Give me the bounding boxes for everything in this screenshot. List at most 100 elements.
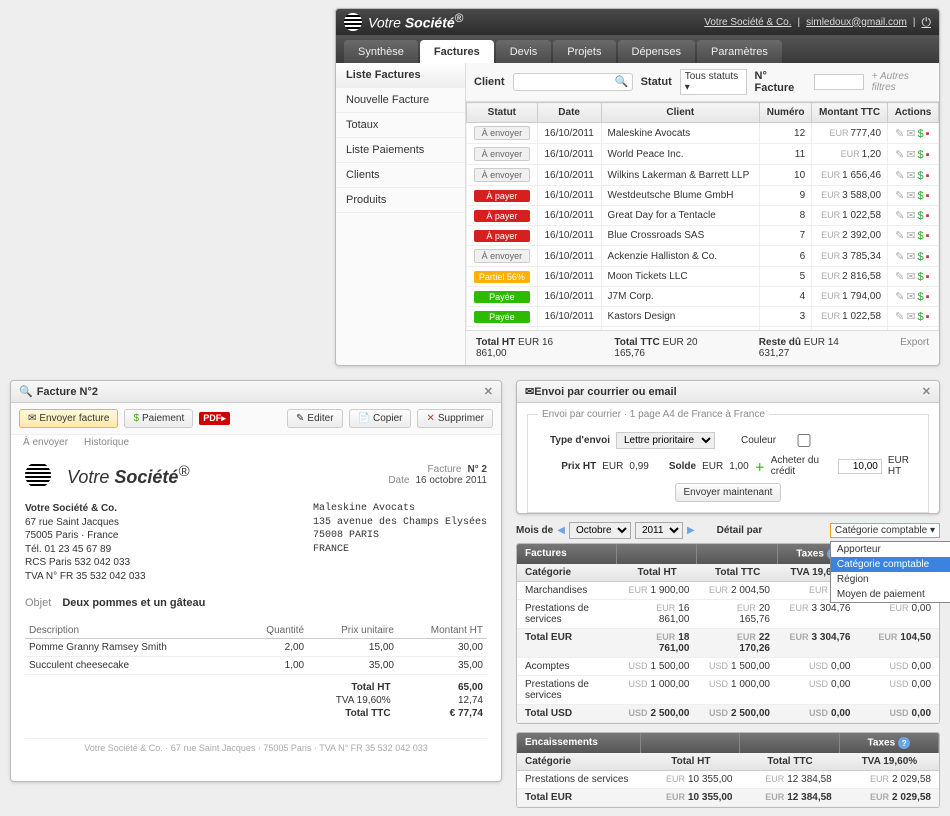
delete-icon[interactable]: ▪ — [926, 210, 930, 222]
table-row[interactable]: À envoyer16/10/2011Wilkins Lakerman & Ba… — [467, 165, 939, 186]
mail-icon[interactable]: ✉ — [906, 190, 915, 202]
pay-icon[interactable]: $ — [918, 170, 924, 182]
month-select[interactable]: Octobre — [569, 522, 631, 539]
send-invoice-button[interactable]: ✉ Envoyer facture — [19, 409, 118, 428]
power-icon[interactable]: ⏻ — [922, 15, 932, 30]
send-now-button[interactable]: Envoyer maintenant — [675, 483, 782, 502]
delete-button[interactable]: ✕ Supprimer — [417, 409, 493, 428]
subtab-history[interactable]: Historique — [84, 437, 129, 448]
table-row[interactable]: Partiel 56%16/10/2011Moon Tickets LLC5EU… — [467, 267, 939, 287]
sidebar-item[interactable]: Produits — [336, 188, 465, 213]
delete-icon[interactable]: ▪ — [926, 291, 930, 303]
pay-icon[interactable]: $ — [918, 311, 924, 323]
edit-icon[interactable]: ✎ — [895, 311, 904, 323]
user-email[interactable]: simledoux@gmail.com — [806, 17, 907, 28]
table-row[interactable]: À payer16/10/2011Great Day for a Tentacl… — [467, 206, 939, 226]
search-icon[interactable]: 🔍 — [615, 75, 629, 88]
pay-icon[interactable]: $ — [918, 210, 924, 222]
pay-icon[interactable]: $ — [918, 190, 924, 202]
mail-icon[interactable]: ✉ — [906, 170, 915, 182]
mail-icon[interactable]: ✉ — [906, 149, 915, 161]
dropdown-option[interactable]: Moyen de paiement — [831, 587, 950, 602]
export-link[interactable]: Export — [900, 337, 929, 359]
table-row[interactable]: Payée16/10/2011Kastors Design3EUR1 022,5… — [467, 307, 939, 327]
delete-icon[interactable]: ▪ — [926, 149, 930, 161]
mail-icon[interactable]: ✉ — [906, 210, 915, 222]
delete-icon[interactable]: ▪ — [926, 230, 930, 242]
edit-icon[interactable]: ✎ — [895, 291, 904, 303]
mail-type-select[interactable]: Lettre prioritaire — [616, 432, 715, 449]
buy-credit-input[interactable] — [838, 459, 882, 474]
pay-icon[interactable]: $ — [918, 128, 924, 140]
edit-icon[interactable]: ✎ — [895, 170, 904, 182]
color-checkbox[interactable] — [782, 434, 826, 447]
pay-icon[interactable]: $ — [918, 271, 924, 283]
buy-credit-link[interactable]: Acheter du crédit — [771, 455, 832, 477]
column-header[interactable]: Date — [537, 103, 601, 123]
detail-dropdown-list[interactable]: ApporteurCatégorie comptableRégionMoyen … — [830, 541, 950, 603]
table-row[interactable]: À envoyer16/10/2011Ackenzie Halliston & … — [467, 246, 939, 267]
edit-icon[interactable]: ✎ — [895, 128, 904, 140]
mail-icon[interactable]: ✉ — [906, 271, 915, 283]
mail-icon[interactable]: ✉ — [906, 311, 915, 323]
tab-paramètres[interactable]: Paramètres — [697, 40, 782, 63]
close-icon[interactable]: ✕ — [484, 385, 493, 398]
close-icon[interactable]: ✕ — [922, 385, 931, 398]
delete-icon[interactable]: ▪ — [926, 128, 930, 140]
edit-icon[interactable]: ✎ — [895, 251, 904, 263]
table-row[interactable]: À envoyer16/10/2011Maleskine Avocats12EU… — [467, 123, 939, 144]
sidebar-item[interactable]: Liste Factures — [336, 63, 465, 88]
delete-icon[interactable]: ▪ — [926, 170, 930, 182]
sidebar-item[interactable]: Liste Paiements — [336, 138, 465, 163]
prev-month-icon[interactable]: ◀ — [557, 525, 565, 536]
edit-icon[interactable]: ✎ — [895, 230, 904, 242]
pay-icon[interactable]: $ — [918, 230, 924, 242]
num-facture-input[interactable] — [814, 74, 864, 90]
pay-icon[interactable]: $ — [918, 251, 924, 263]
delete-icon[interactable]: ▪ — [926, 271, 930, 283]
subtab-send[interactable]: À envoyer — [23, 437, 68, 448]
dropdown-option[interactable]: Catégorie comptable — [831, 557, 950, 572]
table-row[interactable]: Payée16/10/2011J7M Corp.4EUR1 794,00✎✉$▪ — [467, 287, 939, 307]
tab-projets[interactable]: Projets — [553, 40, 615, 63]
year-select[interactable]: 2011 — [635, 522, 683, 539]
column-header[interactable]: Montant TTC — [812, 103, 888, 123]
mail-icon[interactable]: ✉ — [906, 128, 915, 140]
table-row[interactable]: À payer16/10/2011Westdeutsche Blume GmbH… — [467, 186, 939, 206]
dropdown-option[interactable]: Région — [831, 572, 950, 587]
edit-button[interactable]: ✎ Editer — [287, 409, 343, 428]
pdf-button[interactable]: PDF▸ — [199, 412, 230, 425]
column-header[interactable]: Statut — [467, 103, 538, 123]
column-header[interactable]: Actions — [888, 103, 939, 123]
tab-dépenses[interactable]: Dépenses — [618, 40, 696, 63]
extra-filters-link[interactable]: + Autres filtres — [872, 71, 931, 93]
mail-icon[interactable]: ✉ — [906, 230, 915, 242]
pay-icon[interactable]: $ — [918, 149, 924, 161]
table-row[interactable]: À envoyer16/10/2011World Peace Inc.11EUR… — [467, 144, 939, 165]
detail-dropdown[interactable]: Catégorie comptable ▾ ApporteurCatégorie… — [830, 525, 940, 536]
delete-icon[interactable]: ▪ — [926, 311, 930, 323]
tab-synthèse[interactable]: Synthèse — [344, 40, 418, 63]
edit-icon[interactable]: ✎ — [895, 210, 904, 222]
edit-icon[interactable]: ✎ — [895, 190, 904, 202]
tab-devis[interactable]: Devis — [496, 40, 552, 63]
mail-icon[interactable]: ✉ — [906, 251, 915, 263]
payment-button[interactable]: $ Paiement — [124, 409, 193, 428]
column-header[interactable]: Numéro — [760, 103, 812, 123]
copy-button[interactable]: 📄 Copier — [349, 409, 412, 428]
table-row[interactable]: À payer16/10/2011Blue Crossroads SAS7EUR… — [467, 226, 939, 246]
mail-icon[interactable]: ✉ — [906, 291, 915, 303]
column-header[interactable]: Client — [601, 103, 760, 123]
sidebar-item[interactable]: Totaux — [336, 113, 465, 138]
delete-icon[interactable]: ▪ — [926, 251, 930, 263]
edit-icon[interactable]: ✎ — [895, 271, 904, 283]
sidebar-item[interactable]: Clients — [336, 163, 465, 188]
edit-icon[interactable]: ✎ — [895, 149, 904, 161]
info-icon[interactable]: ? — [898, 737, 910, 749]
statut-select[interactable]: Tous statuts ▾ — [680, 69, 747, 95]
pay-icon[interactable]: $ — [918, 291, 924, 303]
tab-factures[interactable]: Factures — [420, 40, 494, 63]
dropdown-option[interactable]: Apporteur — [831, 542, 950, 557]
sidebar-item[interactable]: Nouvelle Facture — [336, 88, 465, 113]
delete-icon[interactable]: ▪ — [926, 190, 930, 202]
